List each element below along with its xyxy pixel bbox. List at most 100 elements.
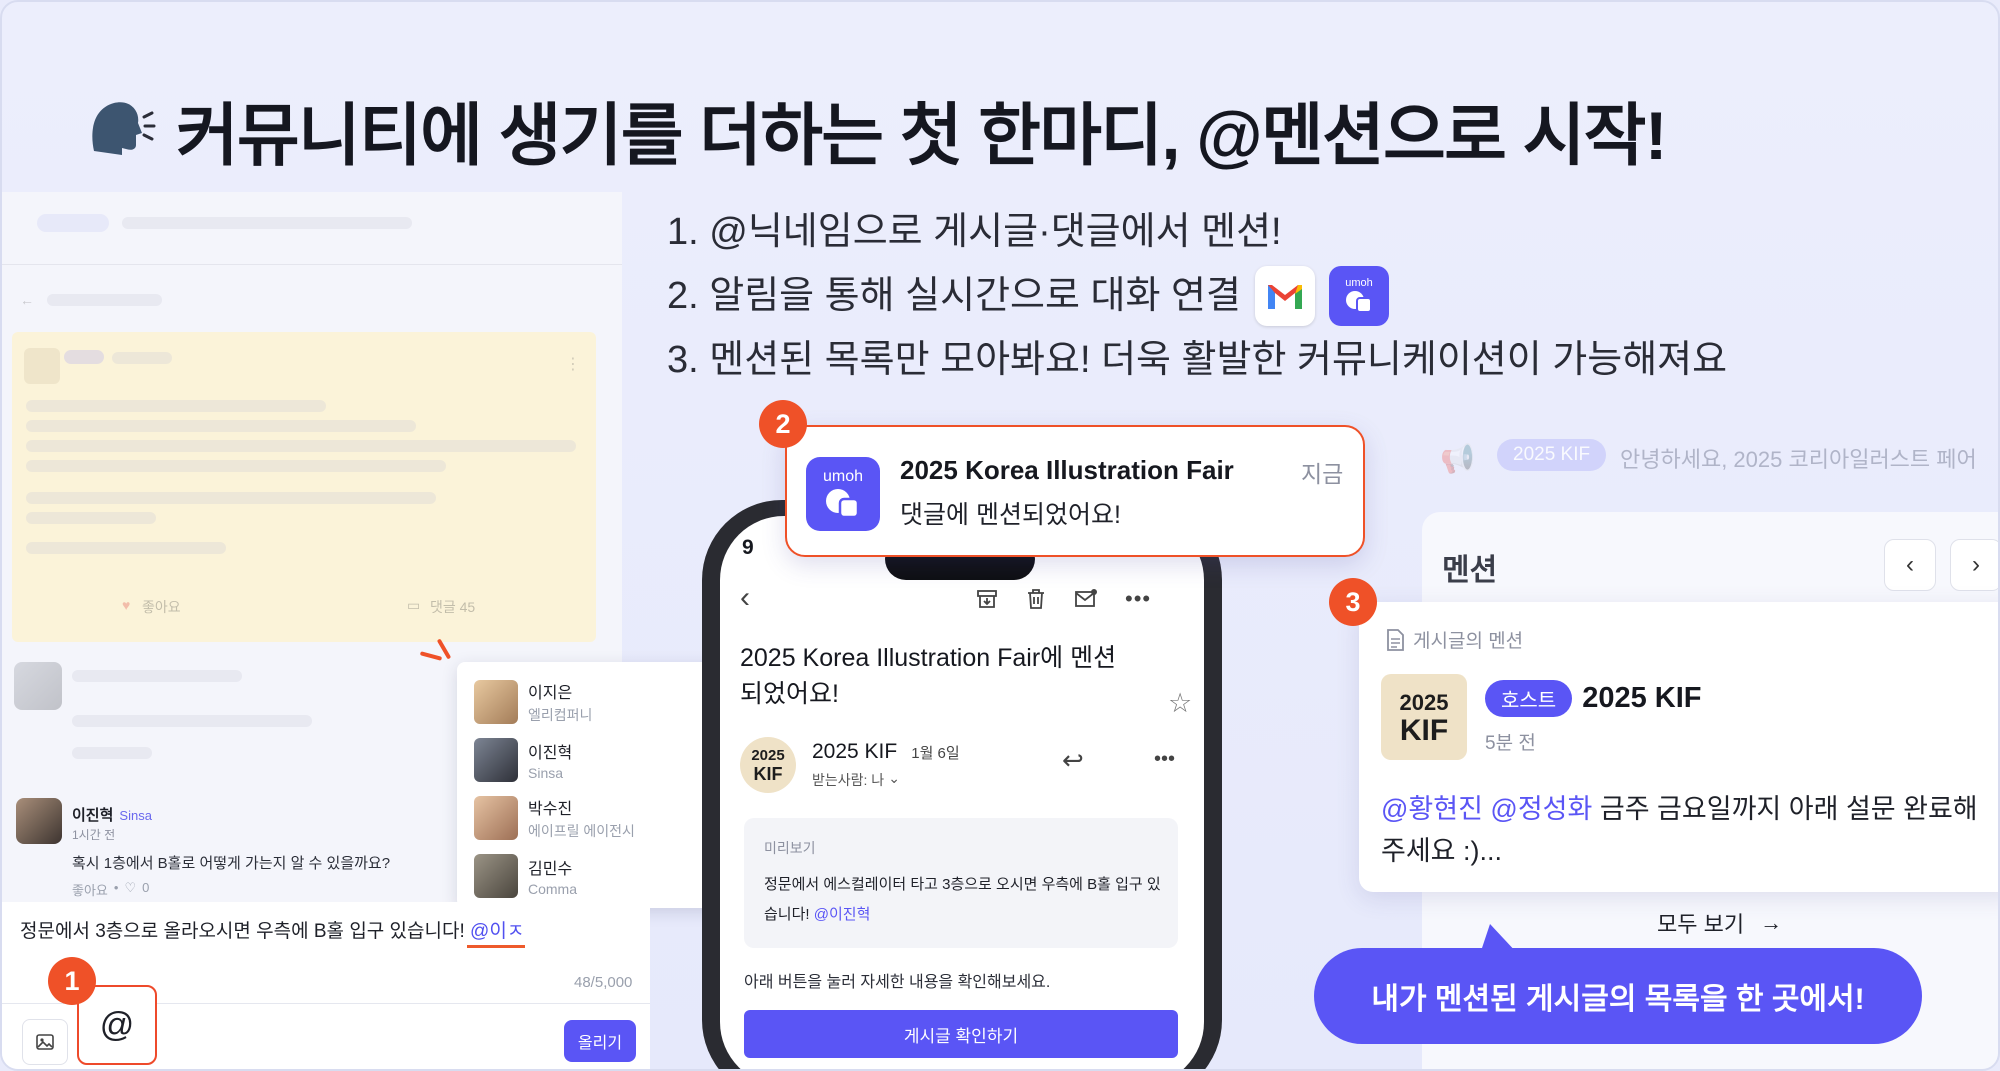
arrow-right-icon: → bbox=[1760, 910, 1783, 935]
feature-item: 3. 멘션된 목록만 모아봐요! 더욱 활발한 커뮤니케이션이 가능해져요 bbox=[667, 339, 1728, 381]
comment-like-button[interactable]: 좋아요 bbox=[72, 880, 108, 899]
card-mentions[interactable]: @황현진 @정성화 bbox=[1381, 794, 1592, 824]
archive-icon[interactable] bbox=[976, 588, 998, 610]
card-text: 주세요 :)... bbox=[1381, 836, 1503, 866]
faded-line bbox=[26, 492, 436, 504]
email-instruction: 아래 버튼을 눌러 자세한 내용을 확인해보세요. bbox=[744, 974, 1051, 991]
post-avatar bbox=[24, 348, 60, 384]
back-chevron-icon[interactable]: ‹ bbox=[740, 581, 750, 615]
faded-line bbox=[26, 440, 576, 452]
comment-author-tag: Sinsa bbox=[119, 808, 152, 823]
preview-mention: @이진혁 bbox=[813, 906, 871, 923]
comment-time: 1시간 전 bbox=[72, 828, 116, 842]
composer-input[interactable]: 정문에서 3층으로 올라오시면 우측에 B홀 입구 있습니다! @이ㅈ bbox=[20, 916, 524, 943]
faded-tag bbox=[37, 214, 109, 232]
logo-line: KIF bbox=[753, 764, 783, 784]
heart-icon[interactable]: ♥ bbox=[122, 597, 130, 613]
prev-arrow-button[interactable]: ‹ bbox=[1884, 539, 1936, 591]
suggestion-avatar bbox=[474, 738, 518, 782]
suggestion-avatar bbox=[474, 854, 518, 898]
faded-line bbox=[26, 460, 446, 472]
mention-suggestion-item[interactable]: 이지은 엘리컴퍼니 bbox=[457, 673, 732, 731]
umoh-app-icon: umoh bbox=[1328, 266, 1389, 326]
faded-badge bbox=[64, 350, 104, 364]
mention-underline bbox=[467, 945, 525, 948]
push-notification[interactable]: umoh 2025 Korea Illustration Fair 댓글에 멘션… bbox=[785, 425, 1365, 557]
headline-text: 커뮤니티에 생기를 더하는 첫 한마디, @멘션으로 시작! bbox=[176, 98, 1667, 174]
notification-title: 2025 Korea Illustration Fair bbox=[900, 455, 1234, 485]
back-arrow-icon[interactable]: ← bbox=[20, 292, 34, 308]
umoh-app-icon: umoh bbox=[806, 457, 880, 531]
comment-author[interactable]: 이진혁 bbox=[72, 804, 113, 825]
step-badge: 3 bbox=[1329, 578, 1377, 626]
page-title: 커뮤니티에 생기를 더하는 첫 한마디, @멘션으로 시작! bbox=[82, 80, 1667, 179]
preview-label: 미리보기 bbox=[764, 840, 816, 856]
card-author[interactable]: 2025 KIF bbox=[1582, 682, 1701, 715]
app-name: umoh bbox=[822, 468, 864, 485]
mention-section-title: 멘션 bbox=[1442, 554, 1498, 587]
notification-time: 지금 bbox=[1301, 461, 1344, 487]
post-button[interactable]: 올리기 bbox=[564, 1020, 636, 1062]
suggestion-name: 김민수 bbox=[528, 861, 573, 878]
faded-back-text bbox=[47, 294, 162, 306]
mail-icon[interactable] bbox=[1074, 588, 1098, 610]
email-subject: 2025 Korea Illustration Fair에 멘션되었어요! bbox=[740, 644, 1117, 708]
kif-logo: 2025 KIF bbox=[1381, 674, 1467, 760]
like-label[interactable]: 좋아요 bbox=[142, 597, 181, 617]
image-upload-button[interactable] bbox=[22, 1019, 68, 1065]
faded-comment-meta bbox=[72, 747, 152, 759]
callout-bubble: 내가 멘션된 게시글의 목록을 한 곳에서! bbox=[1314, 948, 1922, 1044]
logo-line: 2025 bbox=[1399, 690, 1449, 715]
comment-count-label[interactable]: 댓글 45 bbox=[430, 597, 475, 617]
email-sender[interactable]: 2025 KIF bbox=[812, 740, 897, 764]
more-icon[interactable]: ••• bbox=[1154, 748, 1175, 771]
gmail-icon bbox=[1254, 266, 1315, 326]
status-time: 9 bbox=[742, 536, 754, 559]
announcement-text[interactable]: 안녕하세요, 2025 코리아일러스트 페어 bbox=[1620, 442, 1998, 474]
card-text: 금주 금요일까지 아래 설문 완료해 bbox=[1599, 794, 1978, 824]
email-date: 1월 6일 bbox=[911, 745, 960, 762]
logo-line: KIF bbox=[1399, 714, 1449, 747]
view-post-button[interactable]: 게시글 확인하기 bbox=[744, 1010, 1178, 1058]
star-icon[interactable]: ☆ bbox=[1168, 688, 1192, 719]
suggestion-sub: Sinsa bbox=[528, 765, 564, 781]
mention-suggestion-item[interactable]: 김민수 Comma bbox=[457, 847, 732, 905]
divider bbox=[2, 264, 622, 265]
more-icon[interactable]: ⋮ bbox=[565, 354, 581, 374]
character-counter: 48/5,000 bbox=[574, 974, 633, 991]
heart-outline-icon[interactable]: ♡ bbox=[124, 880, 136, 899]
more-icon[interactable]: ••• bbox=[1125, 586, 1151, 612]
email-recipient[interactable]: 받는사람: 나 ⌄ bbox=[812, 770, 900, 790]
trash-icon[interactable] bbox=[1025, 588, 1047, 610]
mention-suggestion-item[interactable]: 이진혁 Sinsa bbox=[457, 731, 732, 789]
mention-card[interactable]: 게시글의 멘션 2025 KIF 호스트 2025 KIF 5분 전 @황현진 … bbox=[1359, 602, 1998, 892]
email-preview-box: 미리보기 정문에서 에스컬레이터 타고 3층으로 오시면 우측에 B홀 입구 있… bbox=[744, 818, 1178, 948]
faded-text bbox=[112, 352, 172, 364]
mention-suggestion-popup: 이지은 엘리컴퍼니 이진혁 Sinsa 박수진 에이프릴 에이전시 김민수 Comma bbox=[457, 662, 732, 908]
comment-text: 혹시 1층에서 B홀로 어떻게 가는지 알 수 있을까요? bbox=[72, 855, 391, 872]
megaphone-icon: 📢 bbox=[1440, 443, 1475, 474]
reply-icon[interactable]: ↩ bbox=[1062, 745, 1084, 776]
heart-count: 0 bbox=[142, 880, 150, 895]
dot-separator: • bbox=[113, 880, 119, 895]
mention-suggestion-item[interactable]: 박수진 에이프릴 에이전시 bbox=[457, 789, 732, 847]
suggestion-avatar bbox=[474, 796, 518, 840]
step-badge: 2 bbox=[759, 400, 807, 448]
next-arrow-button[interactable]: › bbox=[1950, 539, 1998, 591]
chevron-down-icon: ⌄ bbox=[888, 770, 900, 786]
comment-avatar bbox=[14, 662, 62, 710]
see-all-link[interactable]: 모두 보기 → bbox=[1657, 907, 1782, 939]
faded-line bbox=[26, 400, 326, 412]
see-all-label: 모두 보기 bbox=[1657, 912, 1745, 937]
speaking-head-icon bbox=[92, 101, 156, 155]
suggestion-sub: 엘리컴퍼니 bbox=[528, 707, 593, 723]
comment-avatar bbox=[16, 798, 62, 844]
step-badge: 1 bbox=[48, 957, 96, 1005]
comment-icon[interactable]: ▭ bbox=[407, 597, 420, 614]
faded-comment-text bbox=[72, 715, 312, 727]
sender-avatar: 2025 KIF bbox=[740, 737, 796, 793]
logo-line: 2025 bbox=[751, 747, 785, 764]
recipient-text: 받는사람: 나 bbox=[812, 772, 885, 788]
card-time: 5분 전 bbox=[1485, 733, 1536, 754]
suggestion-sub: Comma bbox=[528, 881, 578, 897]
